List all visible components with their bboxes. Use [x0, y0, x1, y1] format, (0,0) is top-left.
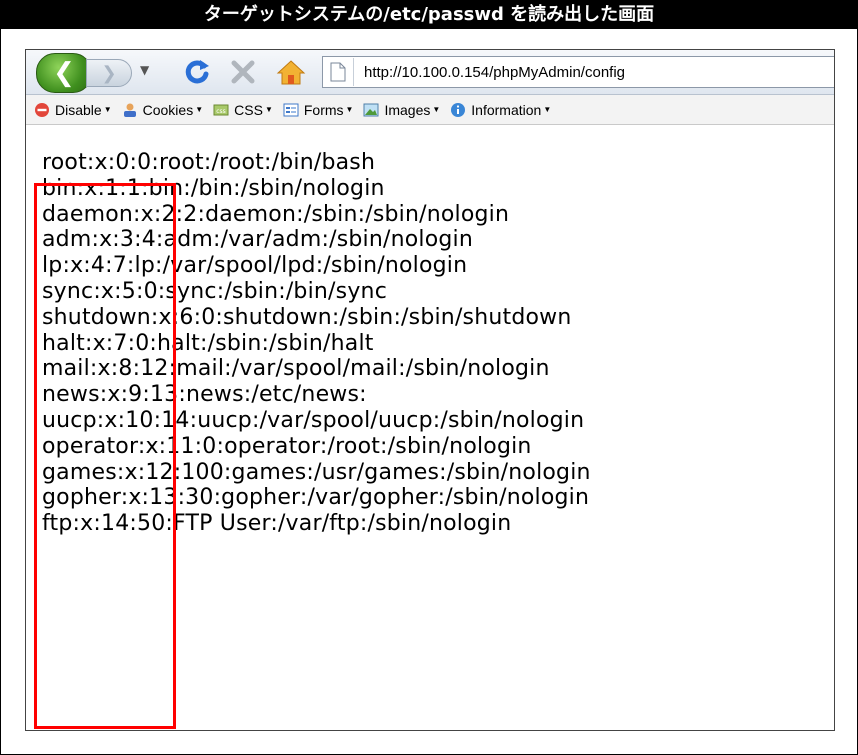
caret-down-icon: ▼	[195, 105, 204, 114]
toolbar-css[interactable]: css CSS ▼	[213, 102, 273, 118]
toolbar-cookies[interactable]: Cookies ▼	[122, 101, 204, 118]
reload-icon	[185, 60, 209, 84]
address-bar[interactable]: http://10.100.0.154/phpMyAdmin/config	[322, 56, 834, 88]
toolbar-label: Images	[384, 101, 431, 118]
toolbar-forms[interactable]: Forms ▼	[283, 101, 354, 118]
home-button[interactable]	[274, 56, 308, 88]
navigation-bar: ❮ ❯ ▼ http://10.100.0.154/phpMyAdmin/con…	[26, 50, 834, 95]
figure-frame: ターゲットシステムの/etc/passwd を読み出した画面 ❮ ❯ ▼ htt…	[0, 0, 858, 755]
toolbar-label: Information	[471, 101, 542, 118]
passwd-line: root:x:0:0:root:/root:/bin/bash	[42, 150, 376, 175]
forms-icon	[283, 103, 299, 116]
caret-down-icon: ▼	[432, 105, 441, 114]
close-icon	[231, 60, 255, 84]
toolbar-images[interactable]: Images ▼	[363, 102, 440, 118]
caret-down-icon: ▼	[345, 105, 354, 114]
caret-down-icon: ▼	[543, 105, 552, 114]
stop-button[interactable]	[226, 56, 260, 88]
back-button[interactable]: ❮	[36, 53, 92, 93]
information-icon	[451, 102, 466, 117]
home-icon	[276, 60, 306, 85]
toolbar-label: Forms	[303, 101, 344, 118]
history-dropdown-icon[interactable]: ▼	[140, 63, 149, 77]
toolbar-label: Disable	[55, 101, 102, 118]
arrow-right-icon: ❯	[101, 62, 117, 84]
disable-icon	[35, 102, 49, 117]
toolbar-label: Cookies	[142, 101, 194, 118]
url-text: http://10.100.0.154/phpMyAdmin/config	[364, 63, 626, 81]
svg-text:css: css	[216, 108, 226, 115]
toolbar-label: CSS	[234, 101, 263, 118]
toolbar-disable[interactable]: Disable ▼	[34, 102, 112, 118]
images-icon	[363, 103, 379, 116]
caret-down-icon: ▼	[103, 105, 112, 114]
forward-button[interactable]: ❯	[86, 59, 132, 87]
page-icon	[323, 58, 354, 86]
caret-down-icon: ▼	[264, 105, 273, 114]
username-uid-highlight-box	[34, 183, 176, 729]
figure-caption: ターゲットシステムの/etc/passwd を読み出した画面	[1, 1, 857, 29]
web-developer-toolbar: Disable ▼ Cookies ▼ css CSS ▼ Forms ▼ Images…	[26, 95, 834, 125]
cookies-icon	[123, 103, 136, 117]
css-icon: css	[213, 104, 229, 115]
toolbar-information[interactable]: Information ▼	[450, 102, 551, 118]
arrow-left-icon: ❮	[53, 58, 75, 88]
reload-button[interactable]	[180, 56, 214, 88]
